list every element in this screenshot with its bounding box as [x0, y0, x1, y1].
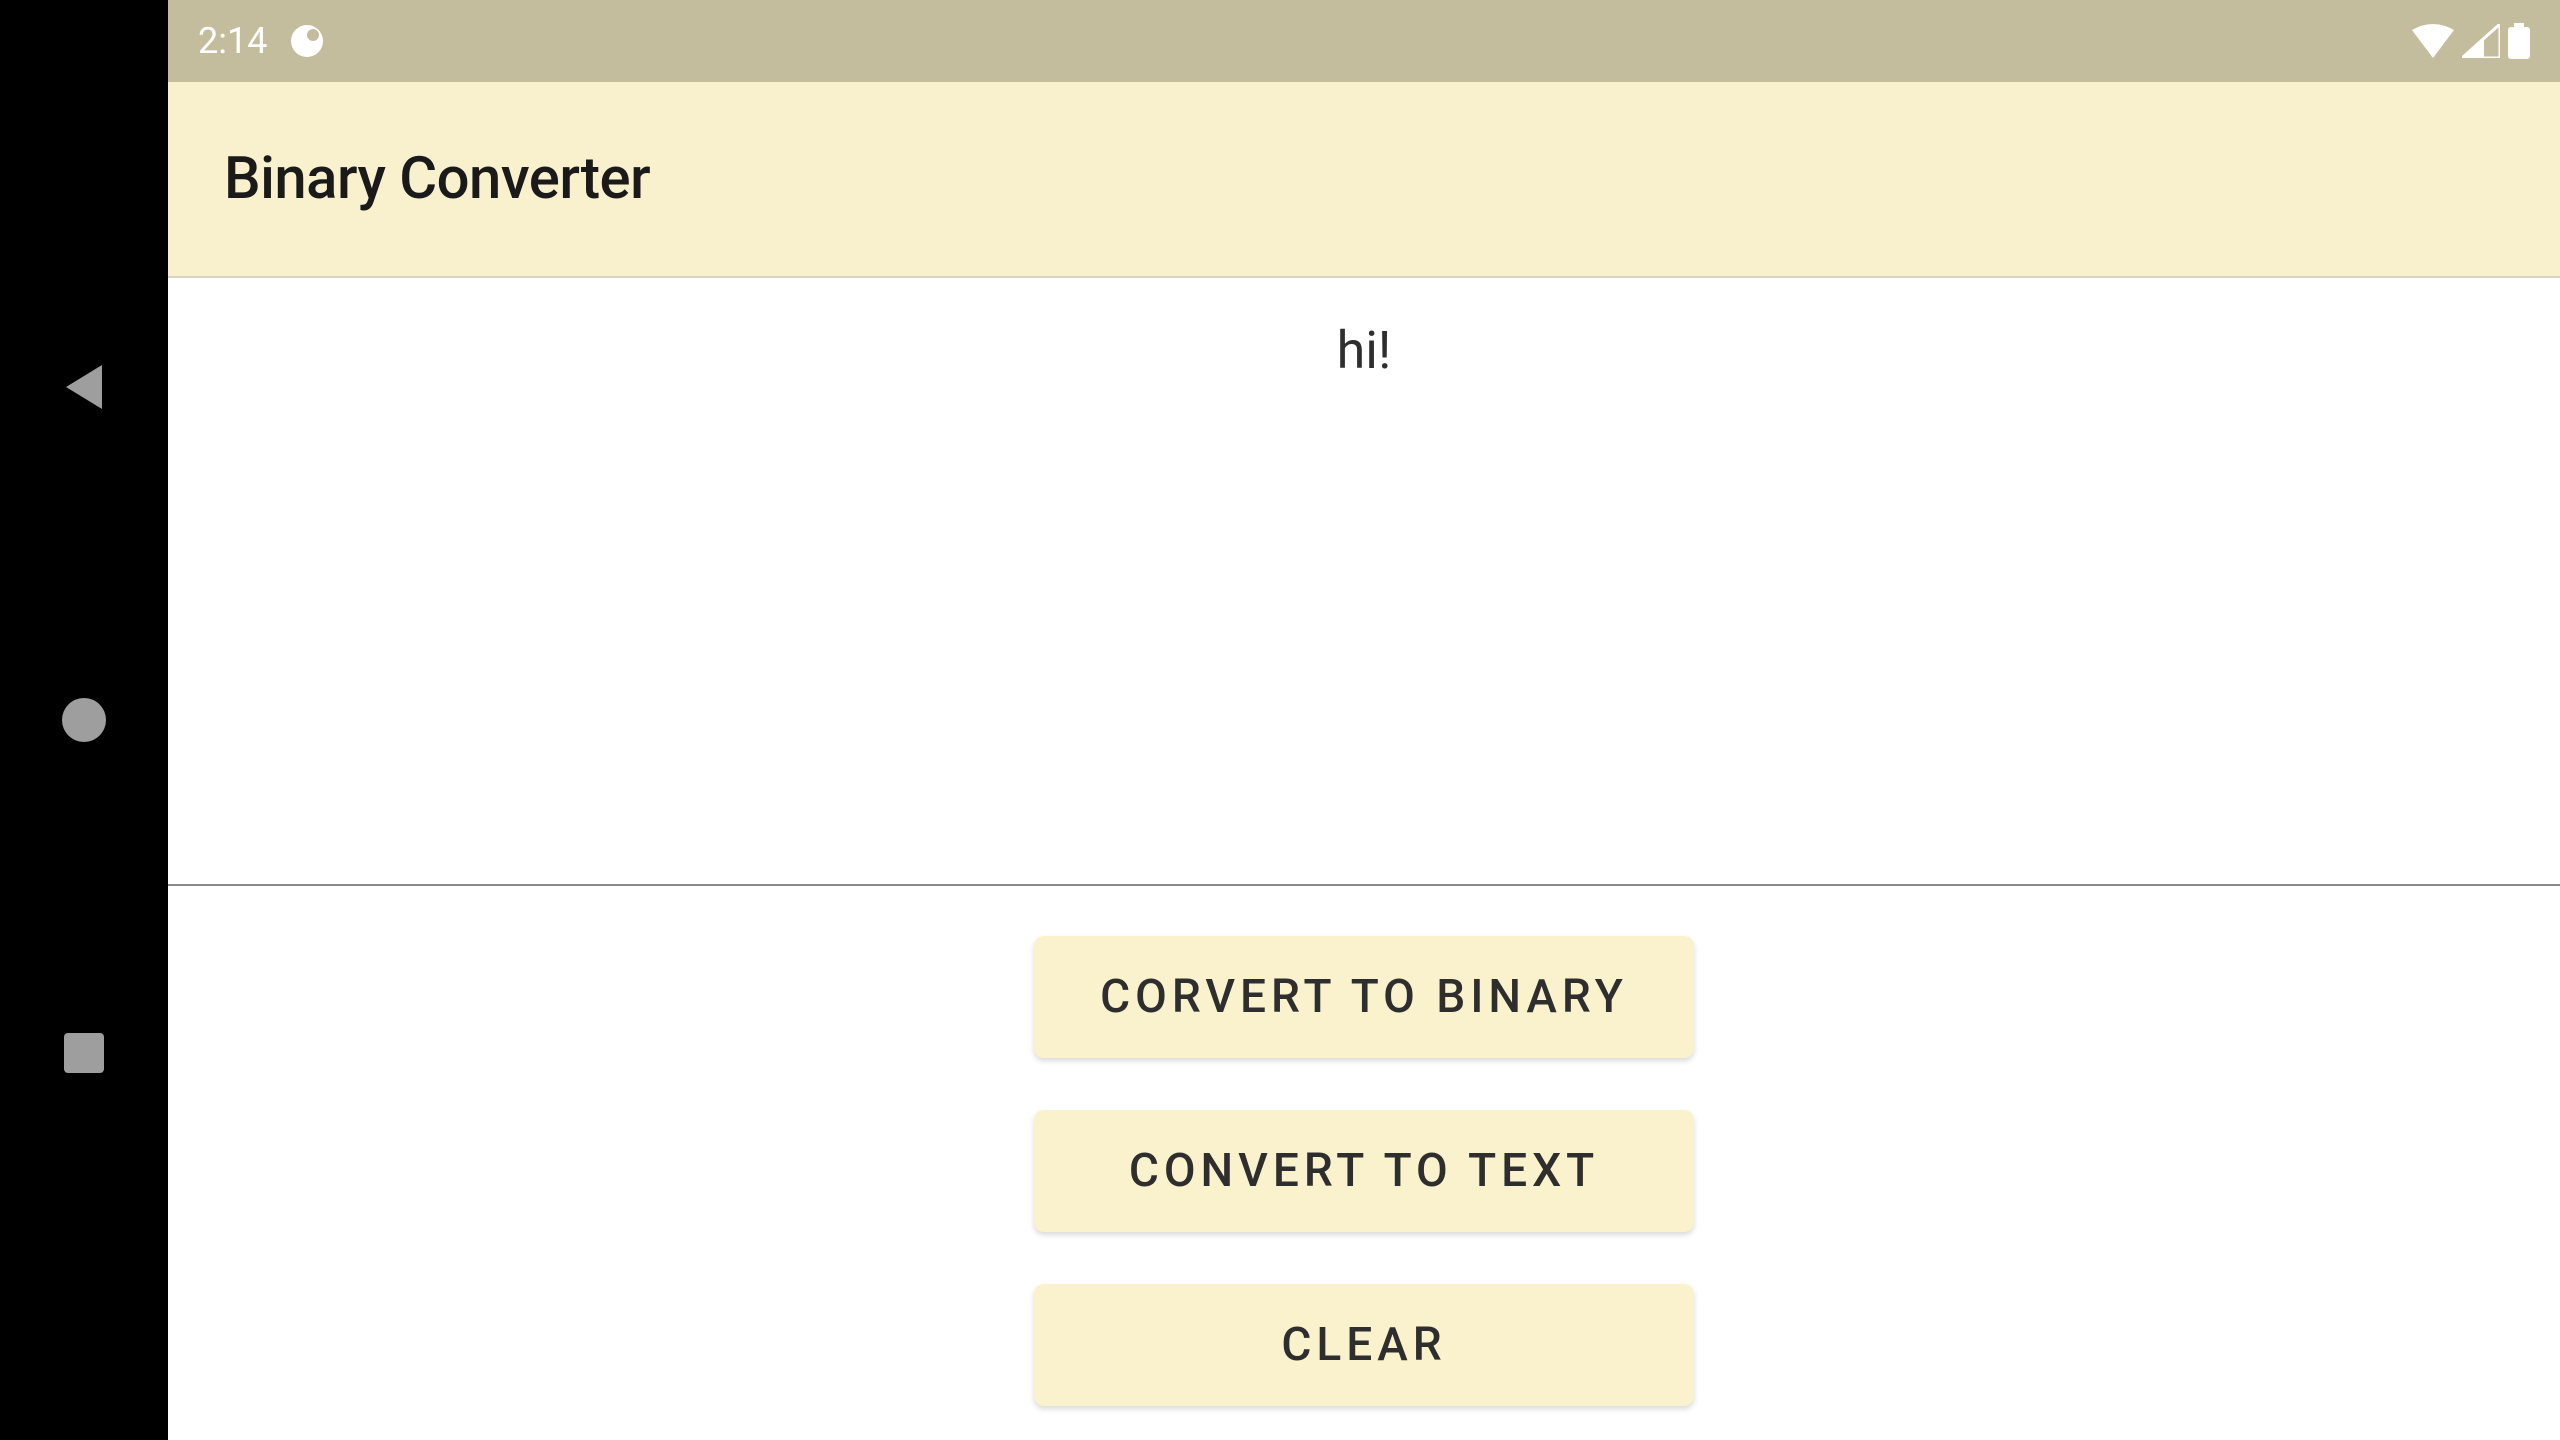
input-text: hi!: [1337, 320, 1392, 884]
nav-back-icon[interactable]: [59, 362, 109, 412]
nav-recents-icon[interactable]: [59, 1028, 109, 1078]
clear-button[interactable]: CLEAR: [1034, 1284, 1694, 1406]
buttons-area: CORVERT TO BINARY CONVERT TO TEXT CLEAR: [168, 886, 2560, 1440]
input-area[interactable]: hi!: [168, 278, 2560, 886]
status-bar: 2:14: [168, 0, 2560, 82]
nav-home-icon[interactable]: [59, 695, 109, 745]
app-bar: Binary Converter: [168, 82, 2560, 278]
app-title: Binary Converter: [224, 145, 650, 213]
notification-icon: [291, 25, 323, 57]
app-area: 2:14 Binary Converter: [168, 0, 2560, 1440]
wifi-icon: [2412, 24, 2454, 58]
status-time: 2:14: [198, 20, 267, 62]
system-nav-bar: [0, 0, 168, 1440]
battery-icon: [2508, 23, 2530, 59]
convert-to-text-button[interactable]: CONVERT TO TEXT: [1034, 1110, 1694, 1232]
signal-icon: [2462, 24, 2500, 58]
status-left: 2:14: [198, 20, 323, 62]
convert-to-binary-button[interactable]: CORVERT TO BINARY: [1034, 936, 1694, 1058]
status-right: [2412, 23, 2530, 59]
device-frame: 2:14 Binary Converter: [0, 0, 2560, 1440]
content-area: hi! CORVERT TO BINARY CONVERT TO TEXT CL…: [168, 278, 2560, 1440]
